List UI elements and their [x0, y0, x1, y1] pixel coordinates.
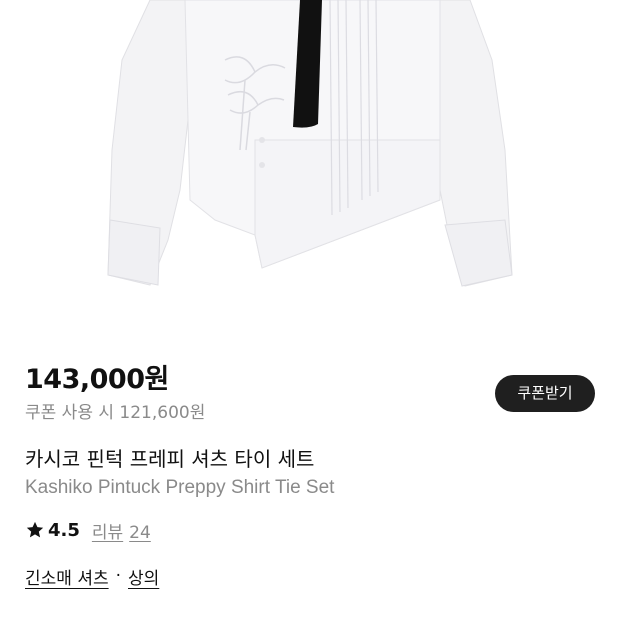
review-link[interactable]: 리뷰 24 — [92, 518, 151, 543]
coupon-download-button[interactable]: 쿠폰받기 — [495, 375, 595, 412]
coupon-price: 쿠폰 사용 시 121,600원 — [25, 403, 206, 423]
review-label: 리뷰 — [91, 522, 124, 543]
rating-row: 4.5 리뷰 24 — [25, 515, 151, 545]
category-separator: · — [115, 566, 122, 586]
category-link-long-sleeve-shirt[interactable]: 긴소매 셔츠 — [25, 564, 109, 589]
category-link-top[interactable]: 상의 — [128, 564, 159, 589]
product-title-english: Kashiko Pintuck Preppy Shirt Tie Set — [25, 477, 335, 498]
review-count: 24 — [129, 522, 151, 543]
star-icon — [26, 521, 44, 538]
shirt-illustration — [107, 0, 513, 287]
product-image[interactable] — [0, 0, 620, 310]
product-price: 143,000원 — [25, 364, 169, 395]
product-title-korean: 카시코 핀턱 프레피 셔츠 타이 세트 — [25, 447, 315, 471]
category-breadcrumb: 긴소매 셔츠 · 상의 — [25, 561, 159, 591]
rating-value: 4.5 — [48, 519, 80, 541]
